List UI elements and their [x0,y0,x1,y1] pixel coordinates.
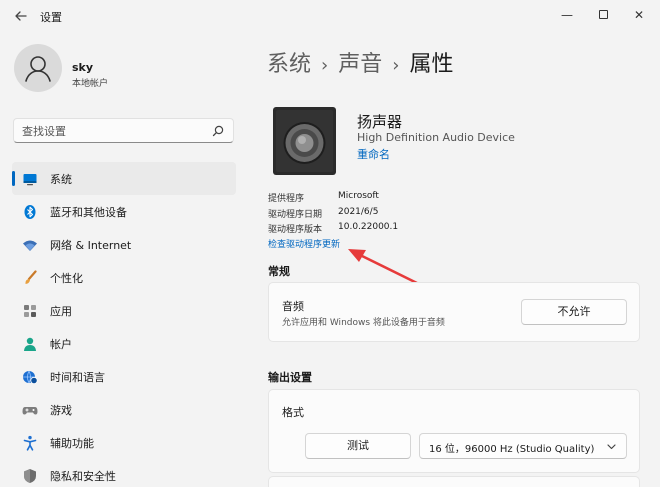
search-input[interactable] [22,123,212,139]
format-card: 格式 测试 16 位，96000 Hz (Studio Quality) [268,389,640,473]
check-driver-update-link[interactable]: 检查驱动程序更新 [268,237,340,250]
sidebar-item-label: 帐户 [50,338,72,351]
app-title: 设置 [40,11,62,24]
avatar [14,44,62,92]
sidebar-item-network[interactable]: 网络 & Internet [12,228,236,261]
device-name: 扬声器 [357,113,403,131]
title-bar: 设置 — ✕ [0,0,660,32]
info-value-provider: Microsoft [338,191,379,201]
sidebar-item-gaming[interactable]: 游戏 [12,393,236,426]
breadcrumb-system[interactable]: 系统 [267,52,311,77]
sidebar-item-privacy[interactable]: 隐私和安全性 [12,459,236,487]
info-value-driver-date: 2021/6/5 [338,207,379,217]
format-select-value: 16 位，96000 Hz (Studio Quality) [429,444,595,455]
breadcrumb-separator: › [321,55,329,76]
sidebar-item-label: 应用 [50,305,72,318]
format-select[interactable]: 16 位，96000 Hz (Studio Quality) [419,433,627,459]
info-label-driver-date: 驱动程序日期 [268,210,323,220]
globe-clock-icon [23,370,38,385]
brush-icon [25,270,37,284]
chevron-down-icon [607,444,616,450]
gamepad-icon [22,407,38,415]
breadcrumb-sound[interactable]: 声音 [338,52,382,77]
maximize-button[interactable] [588,4,618,26]
sidebar-item-label: 时间和语言 [50,371,105,384]
section-title-general: 常规 [268,265,290,278]
maximize-icon [598,10,608,19]
info-label-driver-version: 驱动程序版本 [268,225,323,235]
sidebar-item-label: 系统 [50,173,72,186]
test-button[interactable]: 测试 [305,433,411,459]
search-icon[interactable] [211,124,225,138]
section-title-output: 输出设置 [268,371,312,384]
close-button[interactable]: ✕ [624,4,654,26]
sidebar-item-label: 个性化 [50,272,83,285]
breadcrumb-separator: › [392,55,400,76]
sidebar-item-label: 网络 & Internet [50,239,132,252]
deny-button[interactable]: 不允许 [521,299,627,325]
bluetooth-icon [24,205,36,219]
info-label-provider: 提供程序 [268,194,305,204]
sidebar-item-apps[interactable]: 应用 [12,294,236,327]
wifi-icon [23,240,37,251]
rename-link[interactable]: 重命名 [357,146,390,162]
info-value-driver-version: 10.0.22000.1 [338,222,399,232]
accessibility-icon [23,435,37,451]
sidebar-item-accessibility[interactable]: 辅助功能 [12,426,236,459]
device-description: High Definition Audio Device [357,131,515,144]
sidebar-item-label: 游戏 [50,404,72,417]
sidebar-item-label: 隐私和安全性 [50,470,116,483]
sidebar-item-bluetooth[interactable]: 蓝牙和其他设备 [12,195,236,228]
sidebar-nav: 系统 蓝牙和其他设备 网络 & Internet 个性化 应用 帐户 时间和语言… [12,162,236,487]
minimize-button[interactable]: — [552,4,582,26]
format-label: 格式 [282,406,304,419]
sidebar-item-label: 辅助功能 [50,437,94,450]
search-box[interactable] [13,118,234,143]
sidebar-item-time-language[interactable]: 时间和语言 [12,360,236,393]
user-icon [25,56,51,82]
audio-description: 允许应用和 Windows 将此设备用于音频 [282,318,445,328]
account-type: 本地帐户 [72,79,109,89]
speaker-icon [273,107,336,175]
audio-title: 音频 [282,300,304,313]
sidebar-item-personalization[interactable]: 个性化 [12,261,236,294]
audio-card: 音频 允许应用和 Windows 将此设备用于音频 不允许 [268,282,640,342]
account-icon [24,337,36,351]
breadcrumb: 系统 › 声音 › 属性 [267,46,453,78]
system-icon [23,174,37,186]
apps-icon [24,305,36,317]
sidebar-item-label: 蓝牙和其他设备 [50,206,127,219]
sidebar-item-accounts[interactable]: 帐户 [12,327,236,360]
shield-icon [24,469,36,483]
user-name: sky [72,61,94,74]
next-settings-card [268,476,640,487]
sidebar-item-system[interactable]: 系统 [12,162,236,195]
page-title: 属性 [409,52,454,77]
back-arrow-icon[interactable] [10,6,32,26]
